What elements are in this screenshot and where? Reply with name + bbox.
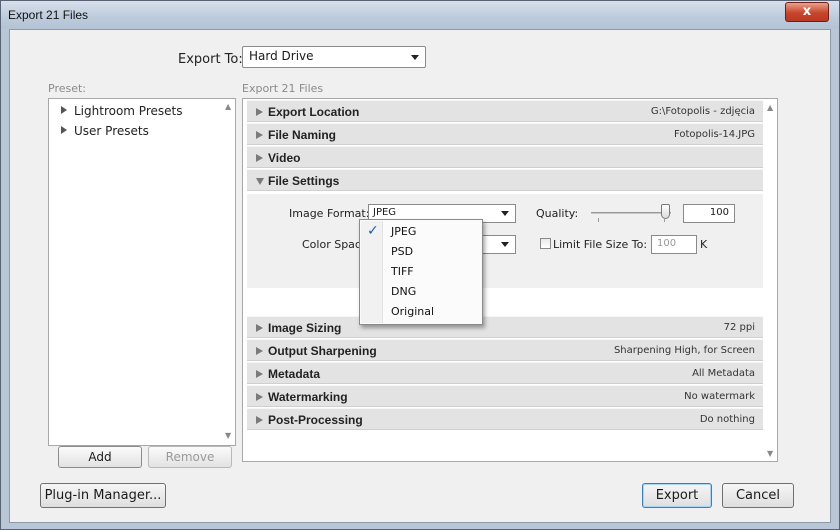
preset-folder-label: Lightroom Presets [74, 104, 183, 118]
cancel-button[interactable]: Cancel [722, 483, 794, 508]
dialog-body: Export To: Hard Drive Preset: Export 21 … [9, 29, 831, 523]
title-bar[interactable]: Export 21 Files x [1, 1, 839, 29]
section-file-settings[interactable]: File Settings [247, 169, 763, 191]
preset-folder-user[interactable]: User Presets [61, 124, 149, 138]
export-subtitle: Export 21 Files [242, 82, 324, 95]
chevron-down-icon [501, 211, 509, 216]
triangle-right-icon [256, 347, 263, 355]
triangle-right-icon [256, 154, 263, 162]
section-watermarking[interactable]: Watermarking No watermark [247, 385, 763, 407]
quality-slider-thumb[interactable] [661, 204, 670, 219]
limit-file-size-value: 100 [657, 238, 677, 249]
plugin-manager-label: Plug-in Manager... [44, 488, 162, 503]
section-title: Video [268, 151, 301, 165]
triangle-down-icon [256, 178, 264, 185]
export-to-select[interactable]: Hard Drive [242, 46, 426, 68]
limit-file-size-input[interactable]: 100 [651, 235, 697, 254]
window-title: Export 21 Files [8, 8, 89, 22]
triangle-right-icon[interactable] [61, 106, 67, 114]
triangle-right-icon [256, 370, 263, 378]
close-button[interactable]: x [785, 2, 829, 22]
export-to-value: Hard Drive [249, 49, 314, 63]
triangle-right-icon [256, 131, 263, 139]
menu-item-tiff[interactable]: TIFF [391, 265, 414, 278]
scroll-down-icon[interactable]: ▼ [225, 431, 231, 440]
add-preset-button[interactable]: Add [58, 446, 142, 468]
check-icon: ✓ [367, 223, 379, 239]
scroll-up-icon[interactable]: ▲ [225, 102, 231, 111]
preset-folder-lightroom[interactable]: Lightroom Presets [61, 104, 182, 118]
section-image-sizing[interactable]: Image Sizing 72 ppi [247, 316, 763, 338]
section-title: File Naming [268, 128, 337, 142]
plugin-manager-button[interactable]: Plug-in Manager... [40, 483, 166, 508]
section-title: File Settings [268, 174, 340, 188]
chevron-down-icon [501, 242, 509, 247]
menu-item-jpeg[interactable]: JPEG [391, 225, 416, 238]
section-title: Post-Processing [268, 413, 363, 427]
scroll-down-icon[interactable]: ▼ [767, 449, 773, 458]
triangle-right-icon [256, 416, 263, 424]
section-summary: Do nothing [699, 414, 755, 425]
section-summary: All Metadata [692, 368, 755, 379]
export-label: Export [655, 488, 699, 503]
scroll-up-icon[interactable]: ▲ [767, 103, 773, 112]
limit-file-size-unit: K [700, 238, 708, 251]
quality-input[interactable]: 100 [683, 204, 735, 223]
section-post-processing[interactable]: Post-Processing Do nothing [247, 408, 763, 430]
file-settings-body: Image Format: JPEG Quality: 100 Color Sp… [247, 194, 763, 288]
add-preset-label: Add [88, 450, 112, 464]
menu-item-psd[interactable]: PSD [391, 245, 413, 258]
cancel-label: Cancel [735, 488, 781, 503]
quality-label: Quality: [536, 207, 579, 220]
section-title: Output Sharpening [268, 344, 377, 358]
remove-preset-button[interactable]: Remove [148, 446, 232, 468]
quality-value: 100 [709, 207, 729, 218]
slider-tick [598, 218, 599, 222]
triangle-right-icon[interactable] [61, 126, 67, 134]
section-title: Export Location [268, 105, 360, 119]
section-summary: Fotopolis-14.JPG [673, 129, 755, 140]
menu-item-dng[interactable]: DNG [391, 285, 416, 298]
image-format-menu[interactable]: ✓ JPEG PSD TIFF DNG Original [359, 219, 483, 325]
triangle-right-icon [256, 393, 263, 401]
section-file-naming[interactable]: File Naming Fotopolis-14.JPG [247, 123, 763, 145]
section-metadata[interactable]: Metadata All Metadata [247, 362, 763, 384]
section-video[interactable]: Video [247, 146, 763, 168]
preset-folder-label: User Presets [74, 124, 149, 138]
menu-item-original[interactable]: Original [391, 305, 434, 318]
export-button[interactable]: Export [642, 483, 712, 508]
quality-slider-track[interactable] [591, 212, 671, 214]
export-settings-panel[interactable]: Export Location G:\Fotopolis - zdjęcia F… [242, 98, 778, 462]
limit-file-size-checkbox[interactable] [540, 238, 551, 249]
preset-label: Preset: [48, 82, 87, 95]
section-title: Image Sizing [268, 321, 342, 335]
section-output-sharpening[interactable]: Output Sharpening Sharpening High, for S… [247, 339, 763, 361]
section-summary: G:\Fotopolis - zdjęcia [650, 106, 755, 117]
section-summary: 72 ppi [723, 322, 755, 333]
limit-file-size-label: Limit File Size To: [553, 238, 648, 251]
preset-list[interactable]: Lightroom Presets User Presets ▲ ▼ [48, 98, 236, 446]
section-summary: Sharpening High, for Screen [613, 345, 755, 356]
section-title: Watermarking [268, 390, 348, 404]
section-summary: No watermark [684, 391, 755, 402]
export-dialog: Export 21 Files x Export To: Hard Drive … [0, 0, 840, 530]
image-format-value: JPEG [373, 207, 397, 218]
export-to-label: Export To: [178, 52, 243, 67]
slider-tick [664, 218, 665, 222]
section-export-location[interactable]: Export Location G:\Fotopolis - zdjęcia [247, 100, 763, 122]
triangle-right-icon [256, 324, 263, 332]
section-title: Metadata [268, 367, 321, 381]
remove-preset-label: Remove [165, 450, 215, 464]
triangle-right-icon [256, 108, 263, 116]
chevron-down-icon [411, 55, 419, 60]
close-icon: x [802, 4, 812, 19]
image-format-label: Image Format: [289, 207, 370, 220]
